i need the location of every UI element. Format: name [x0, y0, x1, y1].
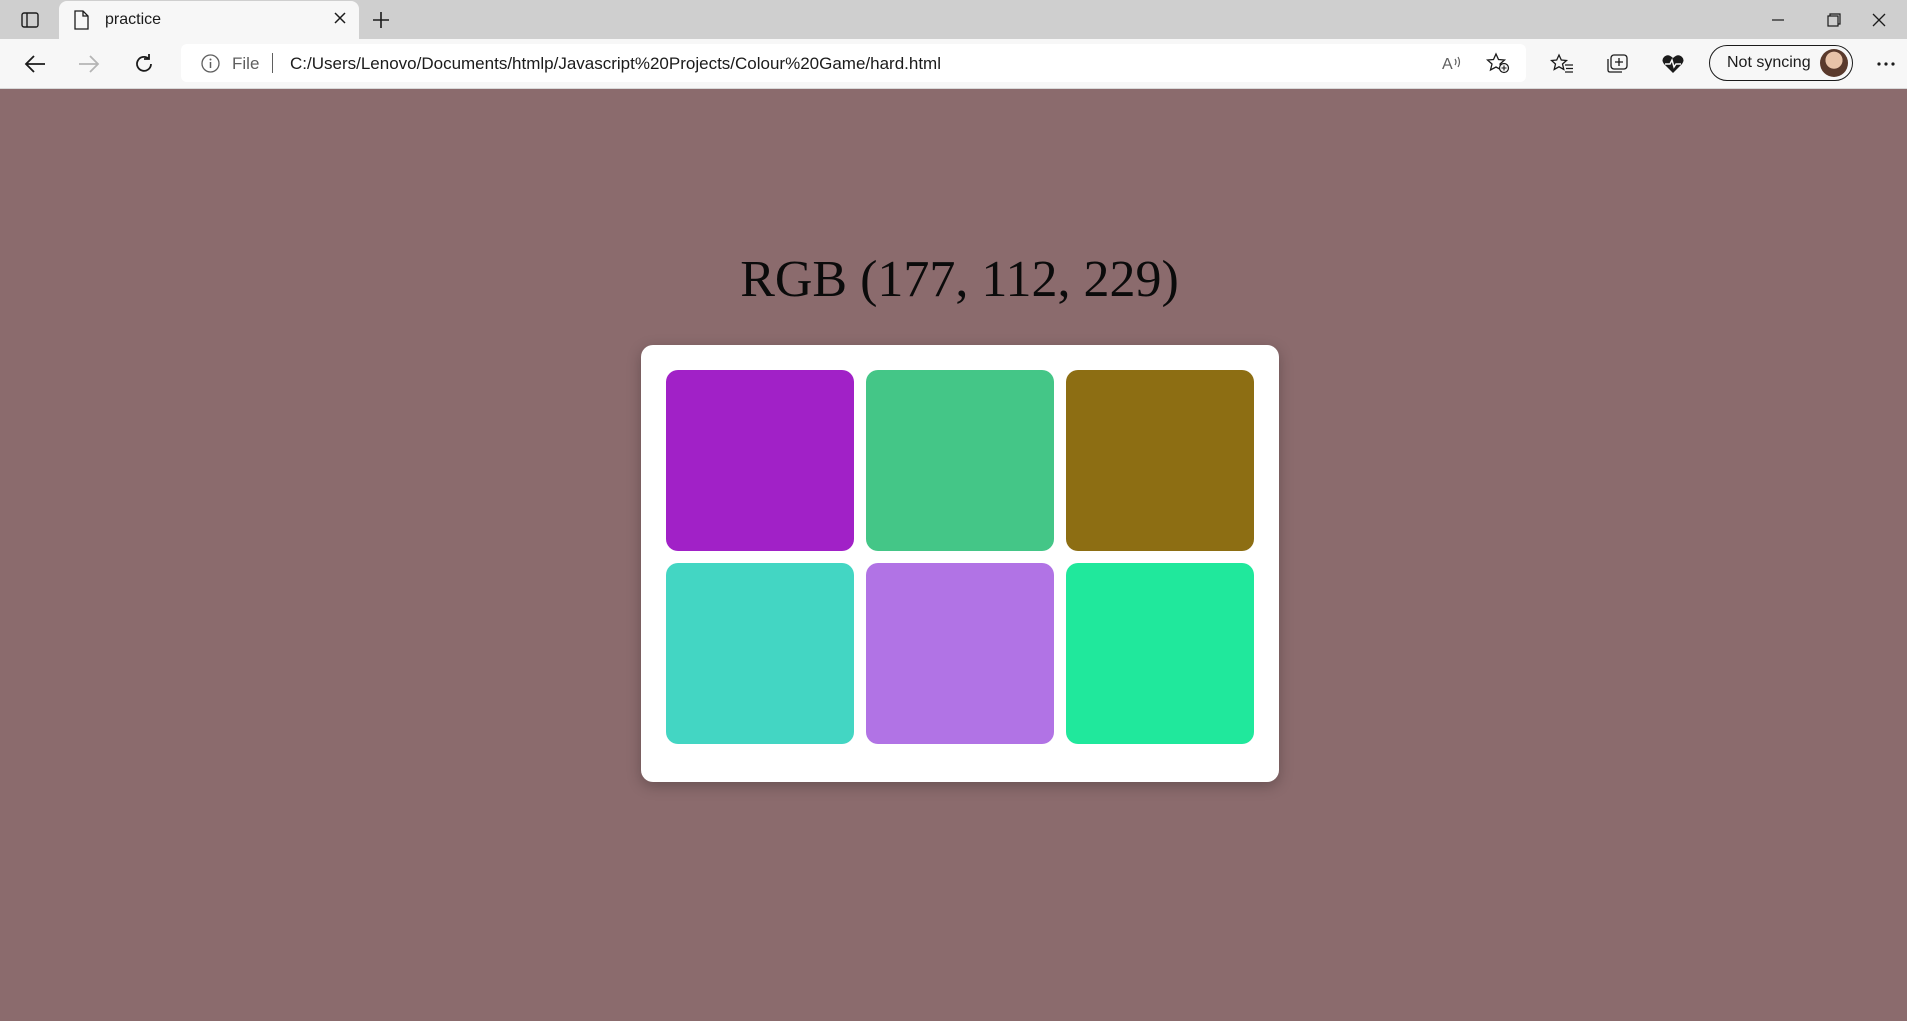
favorites-icon[interactable]	[1545, 48, 1579, 80]
forward-icon[interactable]	[72, 48, 106, 80]
browser-essentials-icon[interactable]	[1656, 48, 1690, 80]
refresh-icon[interactable]	[127, 48, 161, 80]
color-board	[641, 345, 1279, 782]
target-color-heading: RGB (177, 112, 229)	[740, 251, 1179, 308]
file-label: File	[232, 54, 260, 73]
more-icon[interactable]	[1869, 48, 1903, 80]
color-tile-1[interactable]	[666, 370, 854, 551]
tab-practice[interactable]: practice	[59, 1, 359, 39]
add-favorite-icon[interactable]	[1484, 50, 1512, 76]
tab-actions-icon[interactable]	[14, 8, 46, 32]
address-bar[interactable]: File C:/Users/Lenovo/Documents/htmlp/Jav…	[181, 44, 1526, 82]
color-tile-5[interactable]	[866, 563, 1054, 744]
profile-button[interactable]: Not syncing	[1709, 45, 1853, 81]
sync-status: Not syncing	[1727, 54, 1811, 71]
svg-text:A: A	[1442, 56, 1453, 73]
tab-title: practice	[105, 11, 162, 28]
minimize-icon[interactable]	[1750, 0, 1806, 39]
page-icon	[73, 10, 89, 30]
back-icon[interactable]	[18, 48, 52, 80]
color-tile-6[interactable]	[1066, 563, 1254, 744]
read-aloud-icon[interactable]: A	[1438, 50, 1466, 76]
color-tile-3[interactable]	[1066, 370, 1254, 551]
color-tile-2[interactable]	[866, 370, 1054, 551]
tab-strip: practice	[0, 0, 1907, 39]
plus-icon[interactable]	[367, 7, 395, 33]
divider	[272, 53, 273, 73]
toolbar: File C:/Users/Lenovo/Documents/htmlp/Jav…	[0, 39, 1907, 89]
avatar	[1820, 49, 1848, 77]
url-text[interactable]: C:/Users/Lenovo/Documents/htmlp/Javascri…	[290, 54, 941, 74]
info-icon[interactable]	[201, 54, 220, 73]
color-tile-4[interactable]	[666, 563, 854, 744]
close-window-icon[interactable]	[1851, 0, 1907, 39]
collections-icon[interactable]	[1600, 48, 1634, 80]
close-icon[interactable]	[333, 11, 347, 25]
